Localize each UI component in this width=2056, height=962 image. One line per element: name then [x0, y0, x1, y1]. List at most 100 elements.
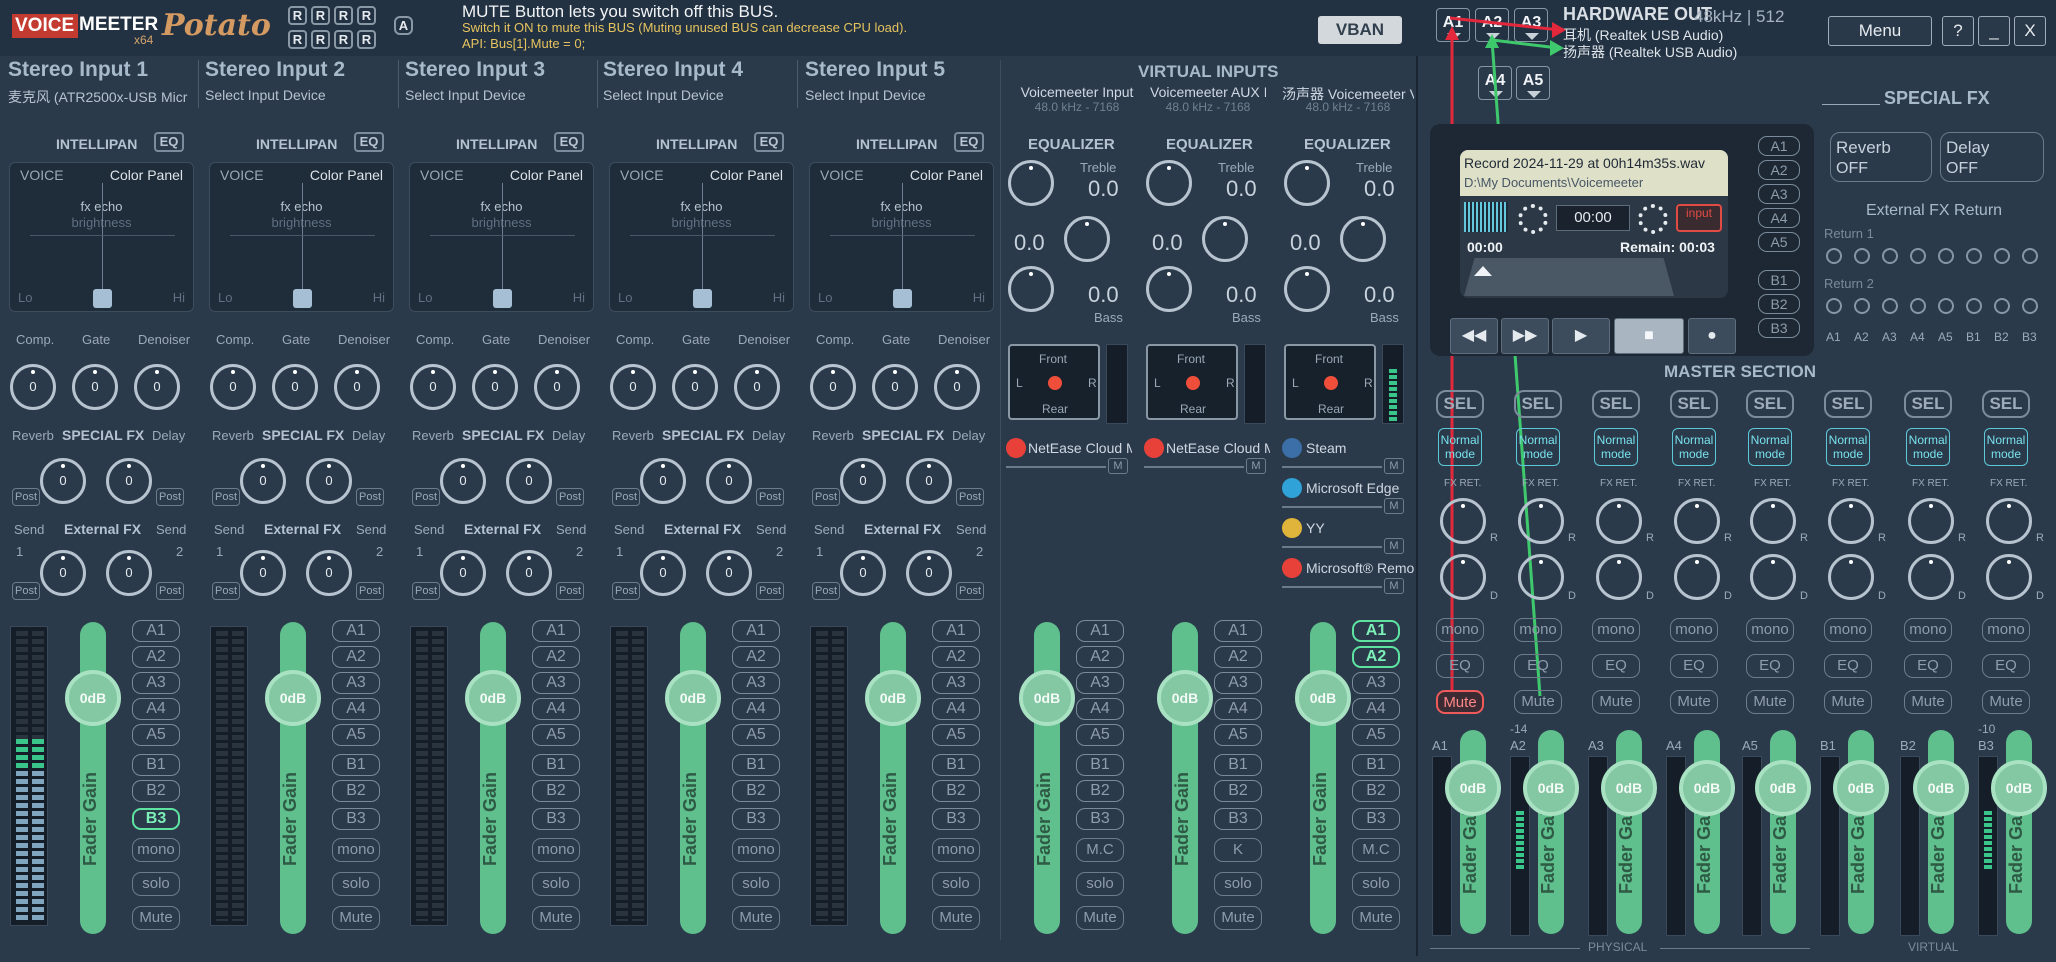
app-slider[interactable]	[1282, 466, 1382, 468]
pan-knob[interactable]	[93, 289, 112, 308]
delay-knob[interactable]: 0	[706, 458, 752, 504]
eject-icon[interactable]	[1474, 266, 1492, 276]
fx-ret-knob-d[interactable]	[1596, 554, 1642, 600]
eq-button[interactable]: EQ	[1982, 654, 2030, 678]
denoiser-knob[interactable]: 0	[934, 364, 980, 410]
master-sel-button[interactable]: SEL	[1592, 390, 1640, 418]
bus-a4-button[interactable]: A4	[1352, 698, 1400, 720]
reverb-knob[interactable]: 0	[40, 458, 86, 504]
post-button[interactable]: Post	[12, 488, 40, 506]
eq-knob[interactable]	[1284, 160, 1330, 206]
pan-knob[interactable]	[293, 289, 312, 308]
mono-button[interactable]: mono	[1824, 618, 1872, 642]
master-sel-button[interactable]: SEL	[1514, 390, 1562, 418]
intellipan-panel[interactable]: VOICEColor Panelfx echobrightnessLoHi	[609, 162, 794, 312]
master-mute-button[interactable]: Mute	[1514, 690, 1562, 714]
record-button[interactable]: ●	[1688, 318, 1736, 354]
fader-knob[interactable]: 0dB	[1755, 760, 1811, 816]
app-name[interactable]: YY	[1306, 520, 1416, 536]
pan-color-panel[interactable]: Color Panel	[310, 167, 383, 183]
bus-a4-button[interactable]: A4	[1214, 698, 1262, 720]
bus-a1-button[interactable]: A1	[332, 620, 380, 642]
bus-b1-button[interactable]: B1	[132, 754, 180, 776]
post-button[interactable]: Post	[612, 582, 640, 600]
fx-return-radio[interactable]	[1882, 248, 1898, 264]
normal-mode-button[interactable]: Normal mode	[1984, 428, 2028, 466]
eq-knob[interactable]	[1008, 160, 1054, 206]
k-button[interactable]: K	[1214, 838, 1262, 862]
master-sel-button[interactable]: SEL	[1436, 390, 1484, 418]
eq-button[interactable]: EQ	[754, 132, 784, 152]
fader-track[interactable]: Fader Gain	[280, 622, 306, 934]
bus-b3-button[interactable]: B3	[1076, 808, 1124, 830]
play-button[interactable]: ▶	[1552, 318, 1610, 354]
fader-knob[interactable]: 0dB	[665, 670, 721, 726]
fader-knob[interactable]: 0dB	[265, 670, 321, 726]
post-button[interactable]: Post	[612, 488, 640, 506]
rewind-button[interactable]: ◀◀	[1450, 318, 1498, 354]
eq-knob[interactable]	[1146, 160, 1192, 206]
gate-knob[interactable]: 0	[472, 364, 518, 410]
app-mute[interactable]: M	[1384, 498, 1404, 514]
fx-return-radio[interactable]	[1910, 298, 1926, 314]
fx-return-radio[interactable]	[1966, 298, 1982, 314]
bus-a3-button[interactable]: A3	[1076, 672, 1124, 694]
master-mute-button[interactable]: Mute	[1904, 690, 1952, 714]
delay-knob[interactable]: 0	[106, 458, 152, 504]
bus-b1-button[interactable]: B1	[332, 754, 380, 776]
denoiser-knob[interactable]: 0	[534, 364, 580, 410]
fader-knob[interactable]: 0dB	[1445, 760, 1501, 816]
comp-knob[interactable]: 0	[810, 364, 856, 410]
tape-bus-a4-button[interactable]: A4	[1758, 208, 1800, 228]
post-button[interactable]: Post	[12, 582, 40, 600]
normal-mode-button[interactable]: Normal mode	[1826, 428, 1870, 466]
virtual-1-name[interactable]: Voicemeeter Input	[1012, 84, 1142, 100]
solo-button[interactable]: solo	[532, 872, 580, 896]
app-slider[interactable]	[1282, 546, 1382, 548]
mute-button[interactable]: Mute	[332, 906, 380, 930]
bus-a1-button[interactable]: A1	[532, 620, 580, 642]
eq-button[interactable]: EQ	[154, 132, 184, 152]
send-2-knob[interactable]: 0	[306, 550, 352, 596]
fx-return-radio[interactable]	[1938, 298, 1954, 314]
fader-track[interactable]: Fader Gain	[1310, 622, 1336, 934]
fader-track[interactable]: Fader Gain	[1034, 622, 1060, 934]
pan-knob[interactable]	[693, 289, 712, 308]
fader-knob[interactable]: 0dB	[1679, 760, 1735, 816]
bus-b3-button[interactable]: B3	[132, 808, 180, 830]
pan-knob[interactable]	[493, 289, 512, 308]
input-3-device[interactable]: Select Input Device	[405, 87, 526, 103]
eq-button[interactable]: EQ	[1904, 654, 1952, 678]
denoiser-knob[interactable]: 0	[734, 364, 780, 410]
bus-a3-button[interactable]: A3	[1214, 672, 1262, 694]
bus-a2-button[interactable]: A2	[332, 646, 380, 668]
app-mute[interactable]: M	[1384, 458, 1404, 474]
fx-return-radio[interactable]	[2022, 298, 2038, 314]
bus-b2-button[interactable]: B2	[532, 780, 580, 802]
post-button[interactable]: Post	[812, 488, 840, 506]
mono-button[interactable]: mono	[532, 838, 580, 862]
bus-a1-button[interactable]: A1	[1352, 620, 1400, 642]
post-button[interactable]: Post	[412, 488, 440, 506]
eq-knob[interactable]	[1146, 266, 1192, 312]
bus-a1-button[interactable]: A1	[932, 620, 980, 642]
input-4-device[interactable]: Select Input Device	[603, 87, 724, 103]
reverb-knob[interactable]: 0	[440, 458, 486, 504]
normal-mode-button[interactable]: Normal mode	[1906, 428, 1950, 466]
fx-return-radio[interactable]	[1994, 248, 2010, 264]
solo-button[interactable]: solo	[1352, 872, 1400, 896]
eq-knob[interactable]	[1064, 216, 1110, 262]
fader-knob[interactable]: 0dB	[1523, 760, 1579, 816]
reverb-knob[interactable]: 0	[640, 458, 686, 504]
master-mute-button[interactable]: Mute	[1670, 690, 1718, 714]
fx-ret-knob-r[interactable]	[1828, 498, 1874, 544]
fx-return-radio[interactable]	[1854, 248, 1870, 264]
tape-bus-a5-button[interactable]: A5	[1758, 232, 1800, 252]
gate-knob[interactable]: 0	[72, 364, 118, 410]
mono-button[interactable]: mono	[1514, 618, 1562, 642]
mute-button[interactable]: Mute	[1214, 906, 1262, 930]
solo-button[interactable]: solo	[1214, 872, 1262, 896]
panner-dot[interactable]	[1324, 376, 1338, 390]
bus-a2-button[interactable]: A2	[1352, 646, 1400, 668]
solo-button[interactable]: solo	[732, 872, 780, 896]
